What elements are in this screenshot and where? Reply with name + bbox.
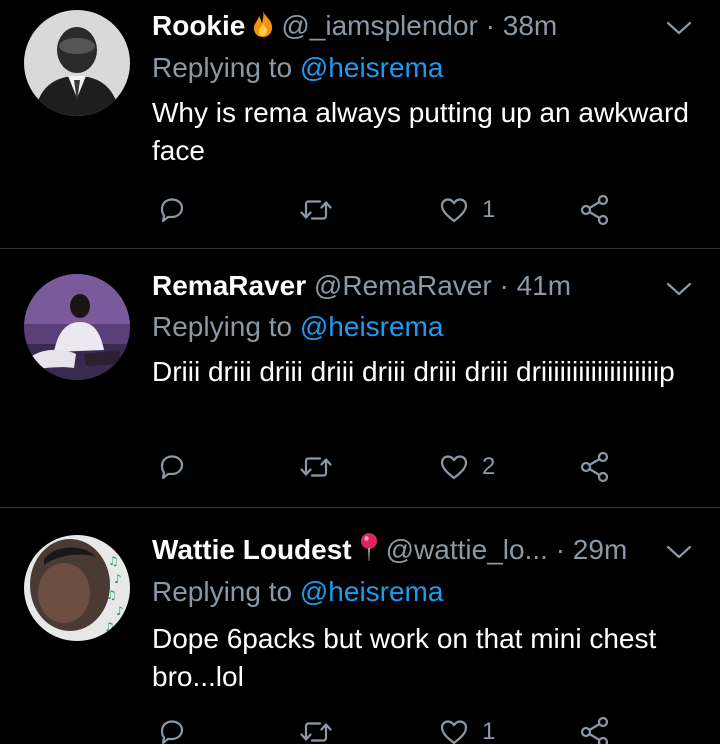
tweet[interactable]: Rookie @_iamsplendor · 38m Replying to @h… [0, 0, 720, 248]
user-handle[interactable]: @_iamsplendor [281, 10, 478, 41]
svg-text:♪: ♪ [116, 604, 124, 618]
share-button[interactable] [578, 445, 612, 489]
separator: · [485, 10, 495, 41]
mention-link[interactable]: @heisrema [300, 52, 444, 83]
like-icon [440, 455, 468, 480]
separator: · [499, 270, 509, 301]
retweet-button[interactable] [298, 188, 334, 232]
retweet-button[interactable] [298, 710, 334, 744]
share-button[interactable] [578, 710, 612, 744]
avatar[interactable] [24, 10, 130, 116]
tweet-header: RemaRaver @RemaRaver · 41m [152, 268, 650, 304]
svg-text:♫: ♫ [106, 588, 117, 602]
chevron-down-icon[interactable] [666, 544, 692, 560]
reply-icon [160, 455, 184, 480]
reply-icon [160, 720, 184, 744]
tweet-actions: 2 [0, 445, 720, 489]
replying-prefix: Replying to [152, 576, 293, 607]
share-icon [580, 716, 609, 744]
separator: · [555, 534, 566, 565]
replying-to: Replying to @heisrema [152, 574, 443, 610]
tweet[interactable]: RemaRaver @RemaRaver · 41m Replying to @… [0, 249, 720, 507]
svg-text:♪: ♪ [114, 572, 122, 586]
tweet-text: Why is rema always putting up an awkward… [152, 97, 689, 166]
timestamp[interactable]: 29m [573, 534, 627, 565]
chevron-down-icon[interactable] [666, 281, 692, 297]
retweet-button[interactable] [298, 445, 334, 489]
display-name[interactable]: Rookie [152, 10, 245, 41]
reply-icon [160, 198, 184, 223]
tweet-text: Driii driii driii driii driii driii drii… [152, 356, 675, 387]
tweet-text: Dope 6packs but work on that mini chest … [152, 623, 657, 692]
reply-button[interactable] [156, 188, 188, 232]
reply-feed: Rookie @_iamsplendor · 38m Replying to @h… [0, 0, 720, 744]
retweet-icon [300, 722, 332, 742]
share-icon [580, 194, 609, 226]
fire-emoji-icon [251, 10, 275, 44]
avatar[interactable]: ♫ ♪ ♫ ♪ ♫ [24, 535, 130, 641]
mention-link[interactable]: @heisrema [300, 576, 444, 607]
display-name[interactable]: Wattie Loudest [152, 534, 352, 565]
tweet-actions: 1 [0, 188, 720, 232]
retweet-icon [300, 200, 332, 220]
like-count: 2 [482, 453, 496, 480]
like-count: 1 [482, 718, 496, 744]
svg-text:♫: ♫ [104, 620, 115, 634]
like-button[interactable]: 1 [438, 188, 495, 232]
tweet-header: Rookie @_iamsplendor · 38m [152, 8, 650, 44]
round-pushpin-emoji-icon [358, 532, 380, 568]
like-icon [440, 720, 468, 744]
like-button[interactable]: 1 [438, 710, 495, 744]
avatar[interactable] [24, 274, 130, 380]
chevron-down-icon[interactable] [666, 20, 692, 36]
like-count: 1 [482, 196, 496, 223]
replying-prefix: Replying to [152, 311, 293, 342]
replying-prefix: Replying to [152, 52, 293, 83]
tweet[interactable]: ♫ ♪ ♫ ♪ ♫ Wattie Loudest @wattie_lo... · 29m … [0, 508, 720, 744]
like-icon [440, 198, 468, 223]
tweet-header: Wattie Loudest @wattie_lo... · 29m [152, 532, 650, 568]
reply-button[interactable] [156, 710, 188, 744]
like-button[interactable]: 2 [438, 445, 495, 489]
user-handle[interactable]: @wattie_lo... [386, 534, 548, 565]
svg-text:♫: ♫ [108, 554, 119, 568]
retweet-icon [300, 457, 332, 477]
replying-to: Replying to @heisrema [152, 309, 443, 345]
share-icon [580, 451, 609, 483]
reply-button[interactable] [156, 445, 188, 489]
timestamp[interactable]: 38m [503, 10, 557, 41]
display-name[interactable]: RemaRaver [152, 270, 306, 301]
tweet-actions: 1 [0, 710, 720, 744]
user-handle[interactable]: @RemaRaver [314, 270, 492, 301]
mention-link[interactable]: @heisrema [300, 311, 444, 342]
share-button[interactable] [578, 188, 612, 232]
replying-to: Replying to @heisrema [152, 50, 443, 86]
timestamp[interactable]: 41m [517, 270, 571, 301]
